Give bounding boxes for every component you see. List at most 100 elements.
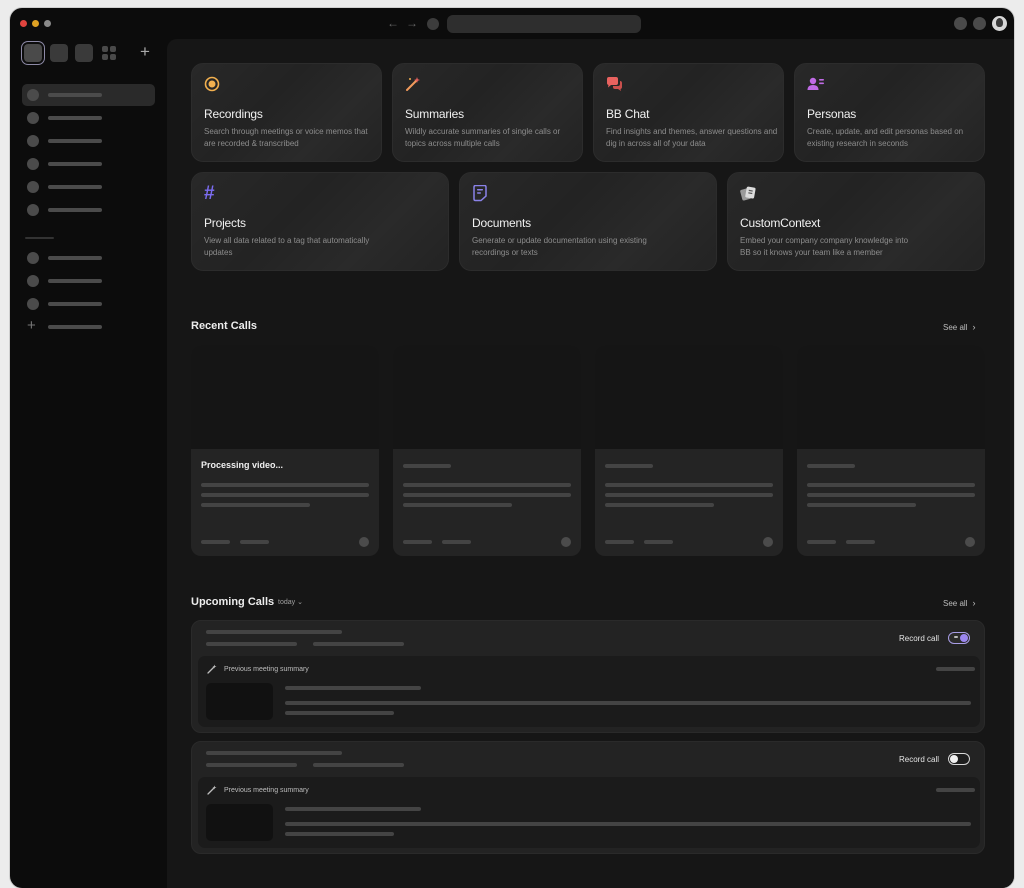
sidebar-item-7[interactable] — [22, 247, 155, 269]
upcoming-calls-title: Upcoming Calls — [191, 596, 275, 608]
recent-calls-title: Recent Calls — [191, 320, 258, 332]
sidebar-item-4[interactable] — [22, 153, 155, 175]
card-description: Generate or update documentation using e… — [472, 236, 647, 257]
sidebar-item-2[interactable] — [22, 107, 155, 129]
chevron-right-icon: › — [972, 598, 976, 608]
sidebar-item-icon — [27, 181, 39, 193]
record-call-label: Record call — [899, 634, 940, 643]
chevron-down-icon: ⌄ — [297, 599, 303, 606]
upcoming-calls-see-all-link[interactable]: See all › — [943, 598, 975, 608]
recent-calls-see-all-link[interactable]: See all › — [943, 322, 975, 332]
arrow-left-icon[interactable]: ← — [387, 17, 399, 29]
sidebar-item-icon — [27, 298, 39, 310]
sidebar-item-icon — [27, 275, 39, 287]
see-all-label: See all — [943, 323, 968, 332]
arrow-right-icon[interactable]: → — [406, 17, 418, 29]
date-filter-dropdown[interactable]: today ⌄ — [278, 598, 303, 606]
magic-wand-icon — [207, 664, 217, 674]
feature-card-recordings[interactable]: Recordings Search through meetings or vo… — [191, 63, 382, 162]
sidebar-item-icon — [27, 135, 39, 147]
feature-card-personas[interactable]: Personas Create, update, and edit person… — [794, 63, 985, 162]
sidebar-item-icon — [27, 252, 39, 264]
video-thumbnail[interactable] — [191, 345, 379, 449]
card-description: Search through meetings or voice memos t… — [204, 127, 368, 148]
title-bar: ← → — [10, 8, 1014, 40]
hashtag-icon: # — [204, 183, 215, 204]
chat-bubbles-icon — [607, 77, 622, 91]
feature-card-documents[interactable]: Documents Generate or update documentati… — [459, 172, 717, 271]
card-title: Projects — [204, 216, 246, 230]
card-description: Find insights and themes, answer questio… — [606, 127, 778, 148]
avatar — [359, 537, 369, 547]
previous-meeting-summary[interactable]: Previous meeting summary — [198, 777, 980, 848]
video-thumbnail[interactable] — [797, 345, 985, 449]
sidebar-item-icon — [27, 112, 39, 124]
recent-call-card-2[interactable] — [393, 345, 581, 556]
card-description: Embed your company company knowledge int… — [740, 236, 909, 257]
sidebar-new-item[interactable]: + — [22, 316, 155, 338]
toolbar-button-2[interactable] — [973, 17, 986, 30]
date-filter-label: today — [278, 599, 296, 606]
sidebar-item-icon — [27, 89, 39, 101]
workspace-grid-icon[interactable] — [100, 44, 118, 62]
feature-card-customcontext[interactable]: CustomContext Embed your company company… — [727, 172, 985, 271]
avatar — [763, 537, 773, 547]
app-window: ← → + + Recordings Search through meetin… — [10, 8, 1014, 888]
card-description: Create, update, and edit personas based … — [807, 127, 964, 148]
sidebar-item-3[interactable] — [22, 130, 155, 152]
video-thumbnail[interactable] — [595, 345, 783, 449]
previous-meeting-summary[interactable]: Previous meeting summary — [198, 656, 980, 727]
sidebar-item-icon — [27, 204, 39, 216]
recent-call-card-3[interactable] — [595, 345, 783, 556]
sidebar-item-1[interactable] — [22, 84, 155, 106]
upcoming-call-card-1[interactable]: Record call Previous meeting summary — [191, 620, 985, 733]
upcoming-call-card-2[interactable]: Record call Previous meeting summary — [191, 741, 985, 854]
card-description: View all data related to a tag that auto… — [204, 236, 370, 257]
summary-thumbnail — [206, 804, 273, 841]
sidebar-divider — [25, 237, 54, 239]
card-title: CustomContext — [740, 216, 821, 230]
persona-icon — [807, 77, 824, 90]
card-title: BB Chat — [606, 107, 650, 121]
minimize-window-button[interactable] — [32, 20, 39, 27]
card-title: Recordings — [204, 107, 263, 121]
workspace-2[interactable] — [50, 44, 68, 62]
sidebar-item-8[interactable] — [22, 270, 155, 292]
magic-wand-icon — [406, 77, 420, 91]
avatar — [561, 537, 571, 547]
address-bar[interactable] — [447, 15, 641, 33]
plus-icon: + — [27, 317, 36, 334]
toolbar-button-1[interactable] — [954, 17, 967, 30]
workspace-3[interactable] — [75, 44, 93, 62]
call-title: Processing video... — [201, 460, 284, 470]
card-title: Documents — [472, 216, 531, 230]
sidebar: + + — [10, 40, 167, 888]
record-call-toggle[interactable] — [948, 632, 970, 644]
card-description: Wildly accurate summaries of single call… — [405, 127, 561, 148]
see-all-label: See all — [943, 599, 968, 608]
video-thumbnail[interactable] — [393, 345, 581, 449]
previous-summary-label: Previous meeting summary — [224, 666, 309, 673]
workspace-1[interactable] — [24, 44, 42, 62]
card-title: Summaries — [405, 107, 464, 121]
feature-card-bb-chat[interactable]: BB Chat Find insights and themes, answer… — [593, 63, 784, 162]
sidebar-item-9[interactable] — [22, 293, 155, 315]
chevron-right-icon: › — [972, 322, 976, 332]
document-icon — [473, 185, 487, 202]
record-call-toggle[interactable] — [948, 753, 970, 765]
zoom-window-button[interactable] — [44, 20, 51, 27]
close-window-button[interactable] — [20, 20, 27, 27]
recent-call-card-4[interactable] — [797, 345, 985, 556]
recent-call-card-1[interactable]: Processing video... — [191, 345, 379, 556]
sidebar-item-6[interactable] — [22, 199, 155, 221]
main-content: Recordings Search through meetings or vo… — [167, 39, 1014, 888]
previous-summary-label: Previous meeting summary — [224, 787, 309, 794]
card-title: Personas — [807, 107, 857, 121]
feature-card-projects[interactable]: # Projects View all data related to a ta… — [191, 172, 449, 271]
record-call-label: Record call — [899, 755, 940, 764]
user-avatar[interactable] — [992, 16, 1007, 31]
sidebar-item-5[interactable] — [22, 176, 155, 198]
summary-thumbnail — [206, 683, 273, 720]
feature-card-summaries[interactable]: Summaries Wildly accurate summaries of s… — [392, 63, 583, 162]
add-workspace-button[interactable]: + — [140, 42, 150, 62]
